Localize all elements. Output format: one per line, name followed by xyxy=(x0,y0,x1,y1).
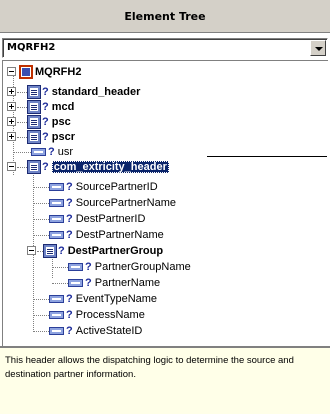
collapse-dest-partner-group-icon[interactable] xyxy=(27,246,36,255)
tree-node-dest-partner-name[interactable]: ? DestPartnerName xyxy=(49,227,164,243)
optional-icon: ? xyxy=(42,131,49,143)
collapse-root-icon[interactable] xyxy=(7,67,16,76)
repeating-group-icon xyxy=(43,244,57,258)
node-label: DestPartnerName xyxy=(75,229,164,241)
collapse-com-extricity-header-icon[interactable] xyxy=(7,162,16,171)
tree-node-partner-name[interactable]: ? PartnerName xyxy=(68,275,160,291)
node-label: mcd xyxy=(51,101,75,113)
node-label: EventTypeName xyxy=(75,293,158,305)
optional-icon: ? xyxy=(66,309,73,321)
tree-node-dest-partner-group[interactable]: ? DestPartnerGroup xyxy=(43,243,163,259)
optional-icon: ? xyxy=(48,146,55,158)
tree-line xyxy=(33,331,49,332)
node-label: MQRFH2 xyxy=(35,66,82,78)
optional-icon: ? xyxy=(42,86,49,98)
element-tree[interactable]: MQRFH2 ? standard_header ? mcd ? psc ? p… xyxy=(2,60,328,346)
folder-icon xyxy=(27,85,41,99)
field-icon xyxy=(49,183,64,191)
tree-node-source-partner-name[interactable]: ? SourcePartnerName xyxy=(49,195,176,211)
node-label: ProcessName xyxy=(75,309,145,321)
node-label: usr xyxy=(57,146,74,158)
selected-node-label: com_extricity_header xyxy=(51,161,169,173)
folder-icon xyxy=(27,100,41,114)
node-label: SourcePartnerID xyxy=(75,181,158,193)
tree-node-root[interactable]: MQRFH2 xyxy=(19,64,81,80)
tree-node-mcd[interactable]: ? mcd xyxy=(27,99,74,115)
optional-icon: ? xyxy=(66,229,73,241)
tree-line xyxy=(17,167,27,168)
node-label: PartnerGroupName xyxy=(94,261,191,273)
optional-icon: ? xyxy=(66,213,73,225)
element-description-text: This header allows the dispatching logic… xyxy=(5,355,294,380)
field-icon xyxy=(49,231,64,239)
element-tree-panel: Element Tree MQRFH2 MQRFH2 ? standard_he… xyxy=(0,0,330,414)
node-label: DestPartnerID xyxy=(75,213,146,225)
folder-icon xyxy=(27,130,41,144)
tree-node-standard-header[interactable]: ? standard_header xyxy=(27,84,140,100)
expand-pscr-icon[interactable] xyxy=(7,132,16,141)
field-icon xyxy=(49,327,64,335)
node-label: standard_header xyxy=(51,86,141,98)
tree-line xyxy=(17,122,27,123)
tree-node-psc[interactable]: ? psc xyxy=(27,114,71,130)
tree-line xyxy=(17,92,27,93)
tree-node-usr[interactable]: ? usr xyxy=(31,144,73,160)
tree-line xyxy=(17,107,27,108)
optional-icon: ? xyxy=(66,325,73,337)
node-label: DestPartnerGroup xyxy=(67,245,164,257)
panel-title: Element Tree xyxy=(0,0,330,33)
field-icon xyxy=(49,295,64,303)
expand-standard-header-icon[interactable] xyxy=(7,87,16,96)
dropdown-arrow-icon[interactable] xyxy=(310,40,326,56)
node-label: PartnerName xyxy=(94,277,161,289)
optional-icon: ? xyxy=(42,161,49,173)
tree-node-com-extricity-header[interactable]: ? com_extricity_header xyxy=(27,159,169,175)
tree-line xyxy=(52,283,68,284)
callout-pointer-line xyxy=(207,156,327,157)
message-type-value: MQRFH2 xyxy=(7,42,56,53)
message-type-select[interactable]: MQRFH2 xyxy=(2,38,328,58)
tree-node-active-state-id[interactable]: ? ActiveStateID xyxy=(49,323,142,339)
expand-mcd-icon[interactable] xyxy=(7,102,16,111)
optional-icon: ? xyxy=(85,277,92,289)
tree-line xyxy=(17,137,27,138)
optional-icon: ? xyxy=(66,197,73,209)
node-label: pscr xyxy=(51,131,75,143)
optional-icon: ? xyxy=(66,181,73,193)
optional-icon: ? xyxy=(66,293,73,305)
field-icon xyxy=(49,215,64,223)
field-icon xyxy=(31,148,46,156)
field-icon xyxy=(68,263,83,271)
element-description-panel: This header allows the dispatching logic… xyxy=(0,346,330,414)
node-label: SourcePartnerName xyxy=(75,197,177,209)
tree-line xyxy=(33,187,49,188)
field-icon xyxy=(68,279,83,287)
tree-line xyxy=(13,152,31,153)
tree-line xyxy=(33,235,49,236)
tree-line xyxy=(52,267,68,268)
optional-icon: ? xyxy=(85,261,92,273)
folder-icon xyxy=(27,160,41,174)
tree-node-partner-group-name[interactable]: ? PartnerGroupName xyxy=(68,259,191,275)
folder-icon xyxy=(27,115,41,129)
node-label: ActiveStateID xyxy=(75,325,143,337)
tree-node-dest-partner-id[interactable]: ? DestPartnerID xyxy=(49,211,145,227)
field-icon xyxy=(49,311,64,319)
header-group-icon xyxy=(19,65,33,79)
tree-line xyxy=(33,219,49,220)
expand-psc-icon[interactable] xyxy=(7,117,16,126)
optional-icon: ? xyxy=(42,101,49,113)
tree-node-process-name[interactable]: ? ProcessName xyxy=(49,307,145,323)
field-icon xyxy=(49,199,64,207)
tree-node-pscr[interactable]: ? pscr xyxy=(27,129,75,145)
tree-line xyxy=(33,299,49,300)
optional-icon: ? xyxy=(58,245,65,257)
tree-line xyxy=(33,315,49,316)
optional-icon: ? xyxy=(42,116,49,128)
node-label: psc xyxy=(51,116,71,128)
tree-line xyxy=(33,203,49,204)
tree-node-event-type-name[interactable]: ? EventTypeName xyxy=(49,291,157,307)
tree-node-source-partner-id[interactable]: ? SourcePartnerID xyxy=(49,179,158,195)
panel-title-text: Element Tree xyxy=(124,9,206,23)
